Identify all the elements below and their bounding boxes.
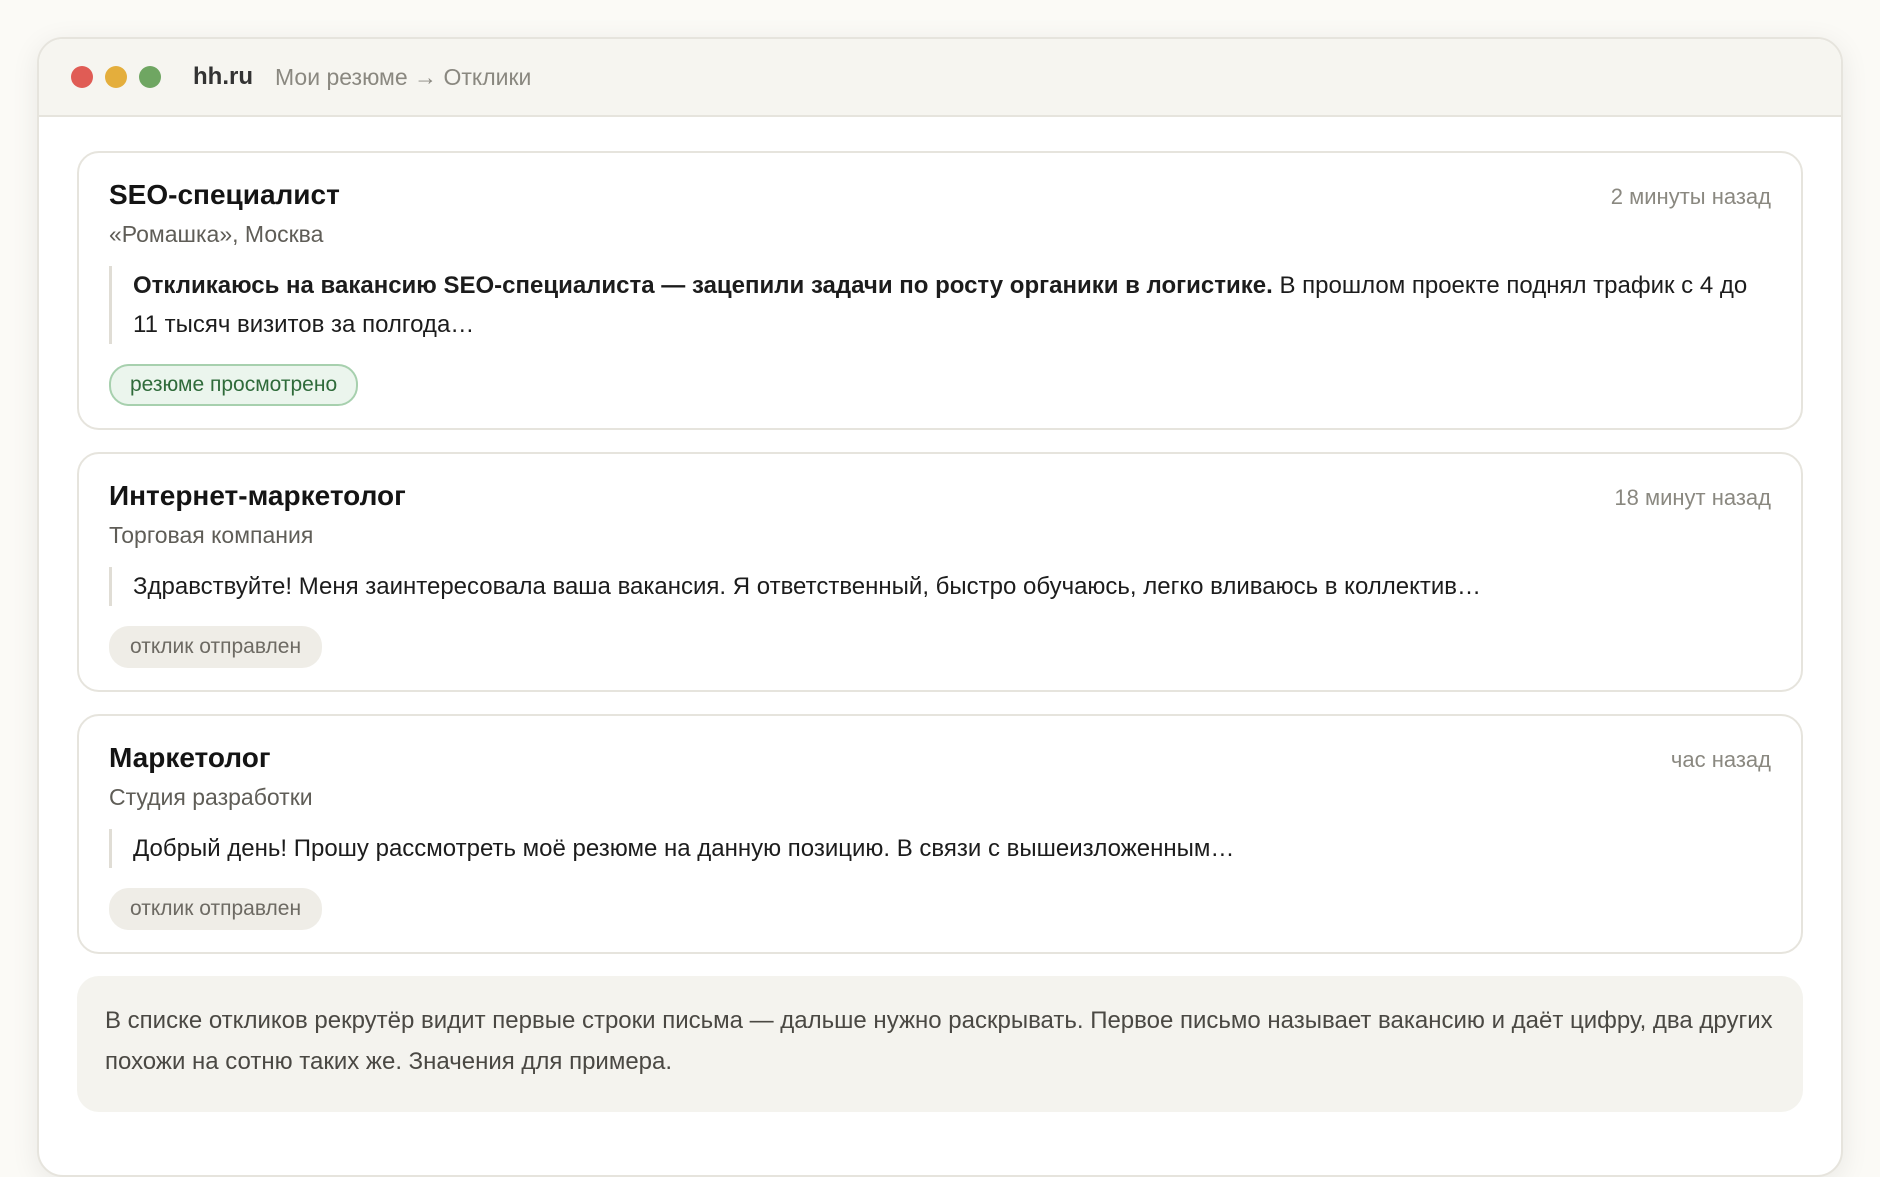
response-time: час назад [1670,747,1771,772]
maximize-window-icon[interactable] [139,66,161,88]
cover-letter-lead: Откликаюсь на вакансию SEO-специалиста —… [133,272,1273,299]
cover-letter-preview[interactable]: Добрый день! Прошу рассмотреть моё резюм… [109,829,1771,868]
explanation-note: В списке откликов рекрутёр видит первые … [77,976,1803,1112]
vacancy-title[interactable]: Интернет-маркетолог [109,480,406,512]
responses-list: SEO-специалист 2 минуты назад «Ромашка»,… [39,117,1841,1112]
cover-letter-text: Здравствуйте! Меня заинтересовала ваша в… [133,573,1482,600]
vacancy-title[interactable]: Маркетолог [109,742,271,774]
response-card[interactable]: Интернет-маркетолог 18 минут назад Торго… [77,452,1803,692]
browser-window: hh.ru Мои резюме → Отклики SEO-специалис… [37,37,1843,1177]
status-badge: резюме просмотрено [109,364,359,406]
response-card[interactable]: Маркетолог час назад Студия разработки Д… [77,714,1803,954]
status-badge: отклик отправлен [109,626,323,668]
response-time: 18 минут назад [1614,485,1771,510]
company-name: Студия разработки [109,784,313,810]
breadcrumb[interactable]: Мои резюме → Отклики [275,64,531,91]
title-bar: hh.ru Мои резюме → Отклики [39,39,1841,117]
vacancy-title[interactable]: SEO-специалист [109,179,340,211]
company-name: Торговая компания [109,522,314,548]
close-window-icon[interactable] [71,66,93,88]
company-name: «Ромашка», Москва [109,221,324,247]
minimize-window-icon[interactable] [105,66,127,88]
site-name: hh.ru [193,63,253,90]
cover-letter-preview[interactable]: Здравствуйте! Меня заинтересовала ваша в… [109,567,1771,606]
status-badge: отклик отправлен [109,888,323,930]
cover-letter-preview[interactable]: Откликаюсь на вакансию SEO-специалиста —… [109,266,1771,344]
response-card[interactable]: SEO-специалист 2 минуты назад «Ромашка»,… [77,151,1803,430]
response-time: 2 минуты назад [1610,184,1771,209]
cover-letter-text: Добрый день! Прошу рассмотреть моё резюм… [133,835,1235,862]
